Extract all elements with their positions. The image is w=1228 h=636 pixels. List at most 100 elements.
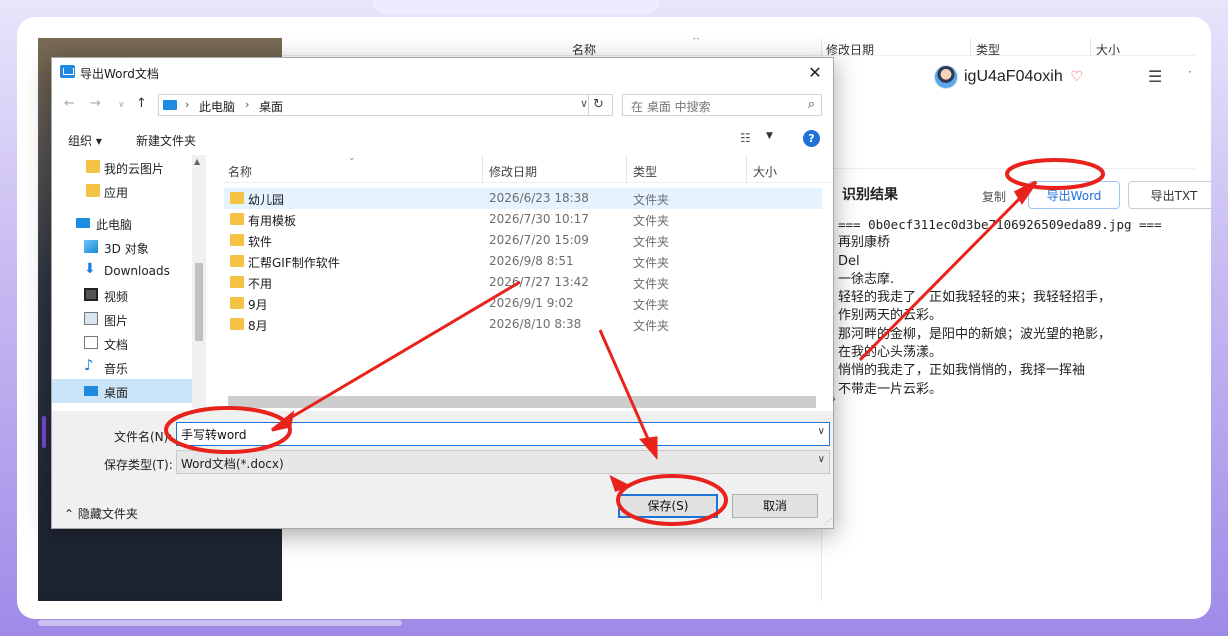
result-line: 一徐志摩. <box>838 271 895 287</box>
nav-item-3d-objects[interactable]: 3D 对象 <box>52 235 192 259</box>
nav-item-documents[interactable]: 文档 <box>52 331 192 355</box>
col-date-header[interactable]: 修改日期 <box>826 41 874 55</box>
nav-item-downloads[interactable]: ⬇ Downloads <box>52 259 192 283</box>
scrollbar-thumb[interactable] <box>195 263 203 341</box>
new-folder-button[interactable]: 新建文件夹 <box>136 132 196 149</box>
filename-dropdown-icon[interactable]: ∨ <box>818 426 825 437</box>
filetype-select[interactable]: Word文档(*.docx) <box>176 450 830 474</box>
col-type-header[interactable]: 类型 <box>976 41 1000 55</box>
nav-item-pictures[interactable]: 图片 <box>52 307 192 331</box>
nav-item-videos[interactable]: 视频 <box>52 283 192 307</box>
refresh-icon[interactable]: ↻ <box>588 94 608 116</box>
video-icon <box>84 288 98 301</box>
breadcrumb-desktop[interactable]: 桌面 <box>259 98 283 115</box>
filename-label: 文件名(N): <box>114 430 173 444</box>
nav-item-apps[interactable]: 应用 <box>52 179 192 203</box>
nav-item-this-pc[interactable]: 此电脑 <box>52 211 192 235</box>
view-options-icon[interactable]: ☷ <box>740 131 751 145</box>
file-row[interactable]: 幼儿园 2026/6/23 18:38 文件夹 <box>224 188 822 209</box>
resize-grip-icon[interactable]: ⋰ <box>824 517 832 526</box>
address-bar[interactable]: › 此电脑 › 桌面 ∨ <box>158 94 613 116</box>
dialog-title: 导出Word文档 <box>80 67 159 81</box>
nav-item-label: 视频 <box>104 290 129 304</box>
file-type: 文件夹 <box>633 298 670 312</box>
nav-item-music[interactable]: ♪ 音乐 <box>52 355 192 379</box>
filetype-dropdown-icon[interactable]: ∨ <box>818 454 825 465</box>
export-word-button[interactable]: 导出Word <box>1028 181 1120 209</box>
result-line: 不带走一片云彩。 <box>838 381 943 397</box>
help-icon[interactable]: ? <box>803 130 820 147</box>
col-name-header[interactable]: 名称 <box>572 41 596 55</box>
export-txt-button[interactable]: 导出TXT <box>1128 181 1211 209</box>
result-panel-header: 修改日期 类型 大小 <box>822 38 1195 56</box>
view-dropdown-icon[interactable]: ▼ <box>766 131 773 141</box>
result-line: 作别两天的云彩。 <box>838 308 943 324</box>
dialog-titlebar[interactable]: 导出Word文档 ✕ <box>52 58 833 88</box>
recent-dropdown-icon[interactable]: ∨ <box>118 100 125 110</box>
file-row[interactable]: 有用模板 2026/7/30 10:17 文件夹 <box>224 209 822 230</box>
menu-icon[interactable]: ☰ <box>1148 67 1162 86</box>
organize-button[interactable]: 组织 ▾ <box>68 132 102 149</box>
filename-input[interactable]: 手写转word <box>176 422 830 446</box>
file-type: 文件夹 <box>633 277 670 291</box>
download-icon: ⬇ <box>84 261 96 277</box>
file-list: 名称 ⌄ 修改日期 类型 大小 幼儿园 2026/6/23 18:38 文件夹 … <box>224 155 832 411</box>
scroll-up-icon[interactable]: ▲ <box>194 157 200 166</box>
file-row[interactable]: 9月 2026/9/1 9:02 文件夹 <box>224 293 822 314</box>
column-date[interactable]: 修改日期 <box>489 163 537 180</box>
file-name: 有用模板 <box>248 214 297 228</box>
pc-icon <box>76 218 90 228</box>
documents-icon <box>84 336 98 349</box>
up-arrow-icon[interactable]: ↑ <box>136 96 147 111</box>
address-dropdown-icon[interactable]: ∨ <box>580 97 588 110</box>
column-size[interactable]: 大小 <box>753 163 777 180</box>
file-row[interactable]: 不用 2026/7/27 13:42 文件夹 <box>224 272 822 293</box>
file-name: 8月 <box>248 319 268 333</box>
folder-icon <box>230 297 244 309</box>
user-info[interactable]: igU4aF04oxih ♡ <box>934 64 1085 90</box>
cancel-button[interactable]: 取消 <box>732 494 818 518</box>
col-size-header[interactable]: 大小 <box>1096 41 1120 55</box>
search-input[interactable]: 在 桌面 中搜索 ⌕ <box>622 94 822 116</box>
file-row[interactable]: 8月 2026/8/10 8:38 文件夹 <box>224 314 822 335</box>
close-icon[interactable]: ✕ <box>803 62 827 84</box>
result-text[interactable]: === 0b0ecf311ec0d3be7106926509eda89.jpg … <box>838 216 1188 399</box>
forward-arrow-icon[interactable]: → <box>90 96 101 111</box>
sort-caret-icon: ⌄ <box>348 155 356 163</box>
result-panel: 修改日期 类型 大小 igU4aF04oxih ♡ ☰ · 识别结果 复制 导出… <box>822 38 1211 601</box>
scroll-right-icon[interactable]: › <box>832 394 836 405</box>
column-type[interactable]: 类型 <box>633 163 657 180</box>
nav-item-cloud-pictures[interactable]: 我的云图片 <box>52 155 192 179</box>
file-row[interactable]: 软件 2026/7/20 15:09 文件夹 <box>224 230 822 251</box>
result-line: 轻轻的我走了，正如我轻轻的来；我轻轻招手， <box>838 290 1112 306</box>
chevron-right-icon[interactable]: › <box>245 98 249 111</box>
column-name[interactable]: 名称 <box>228 163 252 180</box>
back-arrow-icon[interactable]: ← <box>64 96 75 111</box>
breadcrumb-pc[interactable]: 此电脑 <box>199 98 235 115</box>
3d-objects-icon <box>84 240 98 253</box>
file-date: 2026/7/20 15:09 <box>489 233 589 247</box>
column-headers: 名称 ⌄ 修改日期 类型 大小 <box>224 155 832 183</box>
search-icon[interactable]: ⌕ <box>808 97 815 112</box>
nav-item-label: 我的云图片 <box>104 162 165 176</box>
pictures-icon <box>84 312 98 325</box>
nav-scrollbar[interactable]: ▲ <box>192 155 206 408</box>
copy-button[interactable]: 复制 <box>982 188 1006 205</box>
nav-item-label: 图片 <box>104 314 129 328</box>
folder-icon <box>230 255 244 267</box>
nav-item-desktop[interactable]: 桌面 <box>52 379 192 403</box>
sort-caret-icon: ^ <box>692 38 701 47</box>
horizontal-scrollbar[interactable]: › <box>224 394 836 410</box>
filetype-label: 保存类型(T): <box>104 458 173 472</box>
file-row[interactable]: 汇帮GIF制作软件 2026/9/8 8:51 文件夹 <box>224 251 822 272</box>
more-icon[interactable]: · <box>1188 65 1192 79</box>
nav-item-label: 此电脑 <box>96 218 133 232</box>
nav-item-label: 桌面 <box>104 386 129 400</box>
file-list-header: 名称 ^ <box>282 38 821 56</box>
scrollbar-thumb[interactable] <box>228 396 816 408</box>
avatar[interactable] <box>934 65 958 89</box>
hide-folders-toggle[interactable]: ⌃ 隐藏文件夹 <box>64 505 138 522</box>
window-top-tab <box>372 0 660 14</box>
chevron-right-icon[interactable]: › <box>185 98 189 111</box>
save-button[interactable]: 保存(S) <box>618 494 718 518</box>
